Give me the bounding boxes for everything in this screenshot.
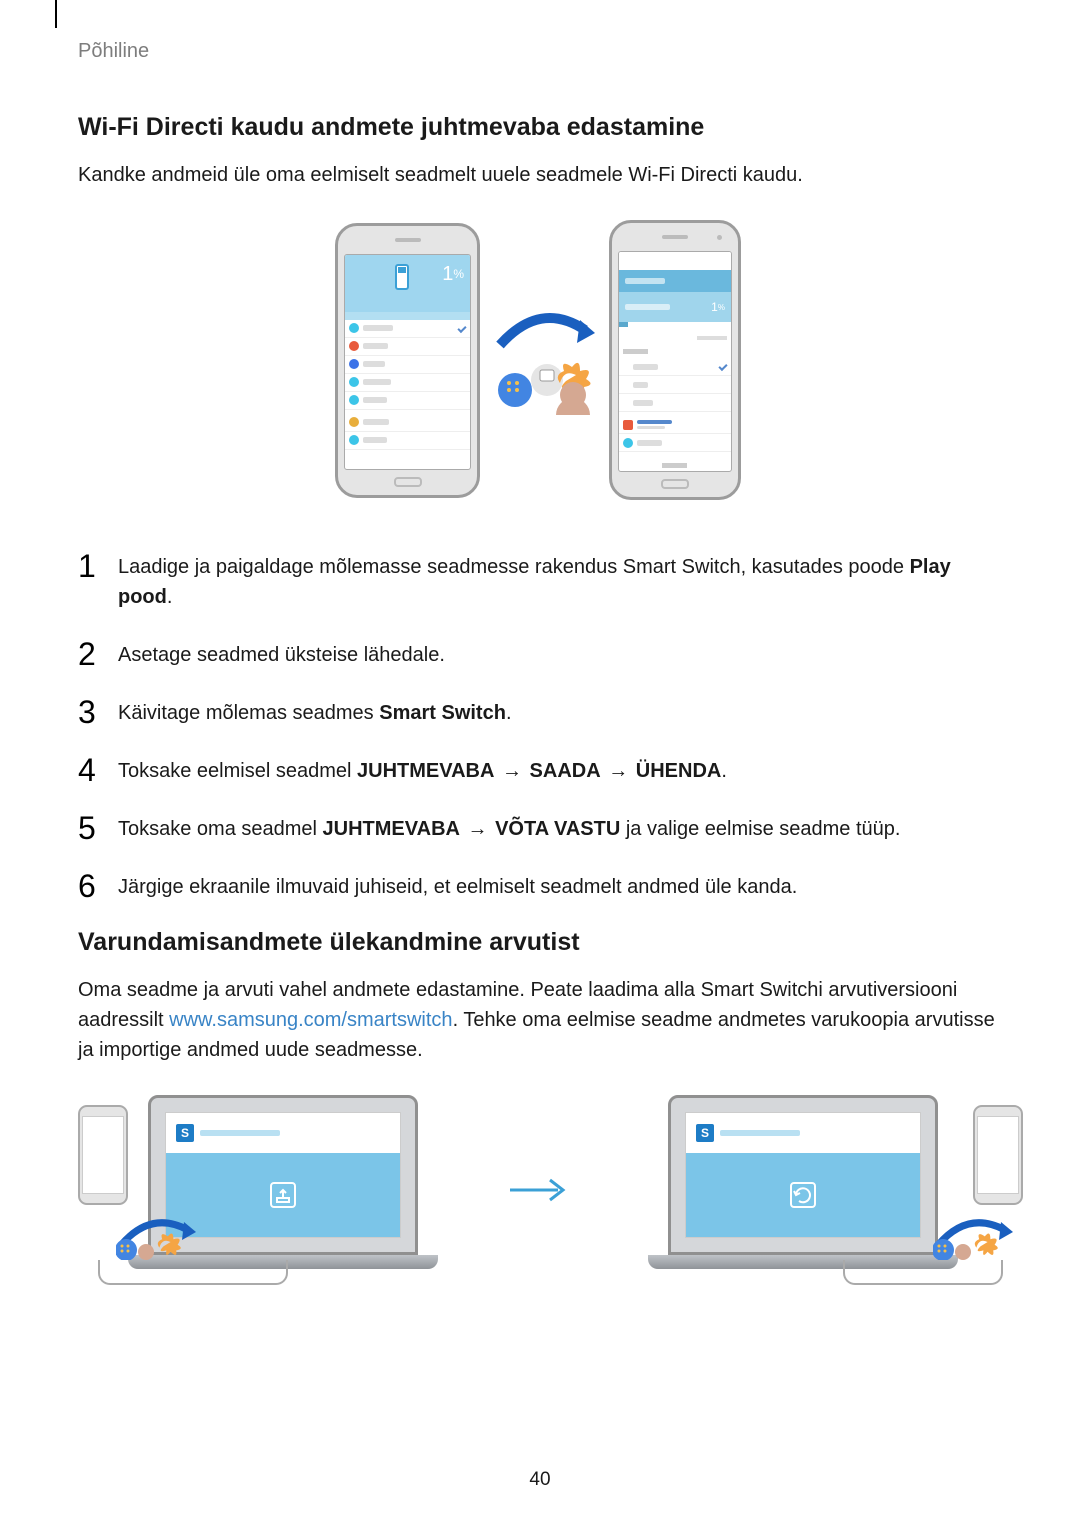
illustration-wifi-direct: 1% [78,220,998,500]
step-number: 3 [78,696,118,728]
page-number: 40 [529,1469,550,1491]
step-number: 6 [78,870,118,902]
section1-title: Wi-Fi Directi kaudu andmete juhtmevaba e… [78,113,998,142]
section1-intro: Kandke andmeid üle oma eelmiselt seadmel… [78,160,998,190]
section2-title: Varundamisandmete ülekandmine arvutist [78,928,998,957]
step-item: 1Laadige ja paigaldage mõlemasse seadmes… [78,550,998,612]
illustration-computer-transfer: S S [78,1095,998,1285]
step-number: 1 [78,550,118,612]
step-text: Asetage seadmed üksteise lähedale. [118,638,998,670]
arrow-right-icon [508,1175,568,1205]
step-text: Toksake eelmisel seadmel JUHTMEVABA → SA… [118,754,998,786]
step-number: 5 [78,812,118,844]
smart-switch-icon: S [176,1124,194,1142]
step-text: Järgige ekraanile ilmuvaid juhiseid, et … [118,870,998,902]
samsung-link[interactable]: www.samsung.com/smartswitch [169,1009,452,1031]
step-number: 2 [78,638,118,670]
step-item: 6Järgige ekraanile ilmuvaid juhiseid, et… [78,870,998,902]
step-item: 3Käivitage mõlemas seadmes Smart Switch. [78,696,998,728]
step-text: Käivitage mõlemas seadmes Smart Switch. [118,696,998,728]
upload-icon [270,1182,296,1208]
step-text: Laadige ja paigaldage mõlemasse seadmess… [118,550,998,612]
step-text: Toksake oma seadmel JUHTMEVABA → VÕTA VA… [118,812,998,844]
percent-value: 1 [442,263,453,286]
step-item: 5Toksake oma seadmel JUHTMEVABA → VÕTA V… [78,812,998,844]
restore-icon [790,1182,816,1208]
steps-list: 1Laadige ja paigaldage mõlemasse seadmes… [78,550,998,902]
smart-switch-icon: S [696,1124,714,1142]
section2-paragraph: Oma seadme ja arvuti vahel andmete edast… [78,975,998,1065]
percent-symbol: % [453,267,464,281]
step-item: 4Toksake eelmisel seadmel JUHTMEVABA → S… [78,754,998,786]
breadcrumb: Põhiline [78,40,149,63]
step-number: 4 [78,754,118,786]
step-item: 2Asetage seadmed üksteise lähedale. [78,638,998,670]
